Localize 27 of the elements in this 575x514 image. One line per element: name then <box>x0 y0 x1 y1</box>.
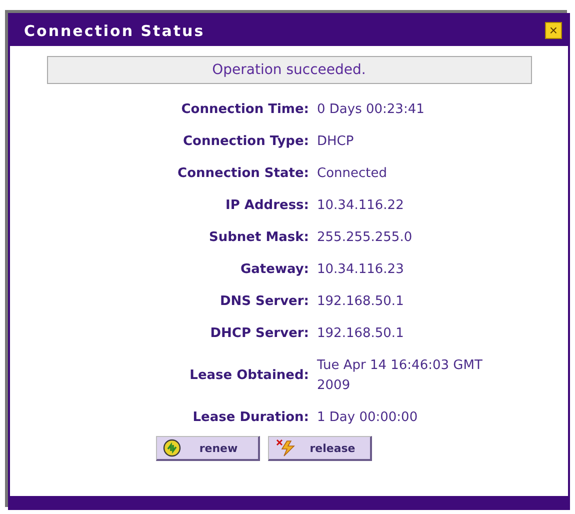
field-label: DHCP Server: <box>209 325 309 343</box>
field-value: DHCP <box>317 133 355 151</box>
release-button[interactable]: release <box>268 436 372 461</box>
field-value: Tue Apr 14 16:46:03 GMT 2009 <box>317 357 484 395</box>
field-label: Lease Obtained: <box>188 367 309 385</box>
field-value: 0 Days 00:23:41 <box>317 101 426 119</box>
field-value: 255.255.255.0 <box>317 229 414 247</box>
renew-button[interactable]: renew <box>156 436 260 461</box>
status-message: Operation succeeded. <box>46 56 532 84</box>
window-title: Connection Status <box>24 22 205 40</box>
field-value: 10.34.116.22 <box>317 197 405 215</box>
field-label: Connection Time: <box>180 101 309 119</box>
field-value: 10.34.116.23 <box>317 261 405 279</box>
field-label: Connection Type: <box>182 133 309 151</box>
field-label: IP Address: <box>224 197 309 215</box>
field-label: Connection State: <box>176 165 309 183</box>
field-value: 192.168.50.1 <box>317 293 405 311</box>
field-label: Gateway: <box>239 261 309 279</box>
field-value: 192.168.50.1 <box>317 325 405 343</box>
field-label: Lease Duration: <box>192 409 309 427</box>
field-label: Subnet Mask: <box>208 229 309 247</box>
field-value: 1 Day 00:00:00 <box>317 409 419 427</box>
lightning-icon <box>275 439 297 457</box>
close-button[interactable]: × <box>545 22 562 39</box>
field-value: Connected <box>317 165 388 183</box>
field-label: DNS Server: <box>218 293 309 311</box>
refresh-icon <box>163 439 181 457</box>
